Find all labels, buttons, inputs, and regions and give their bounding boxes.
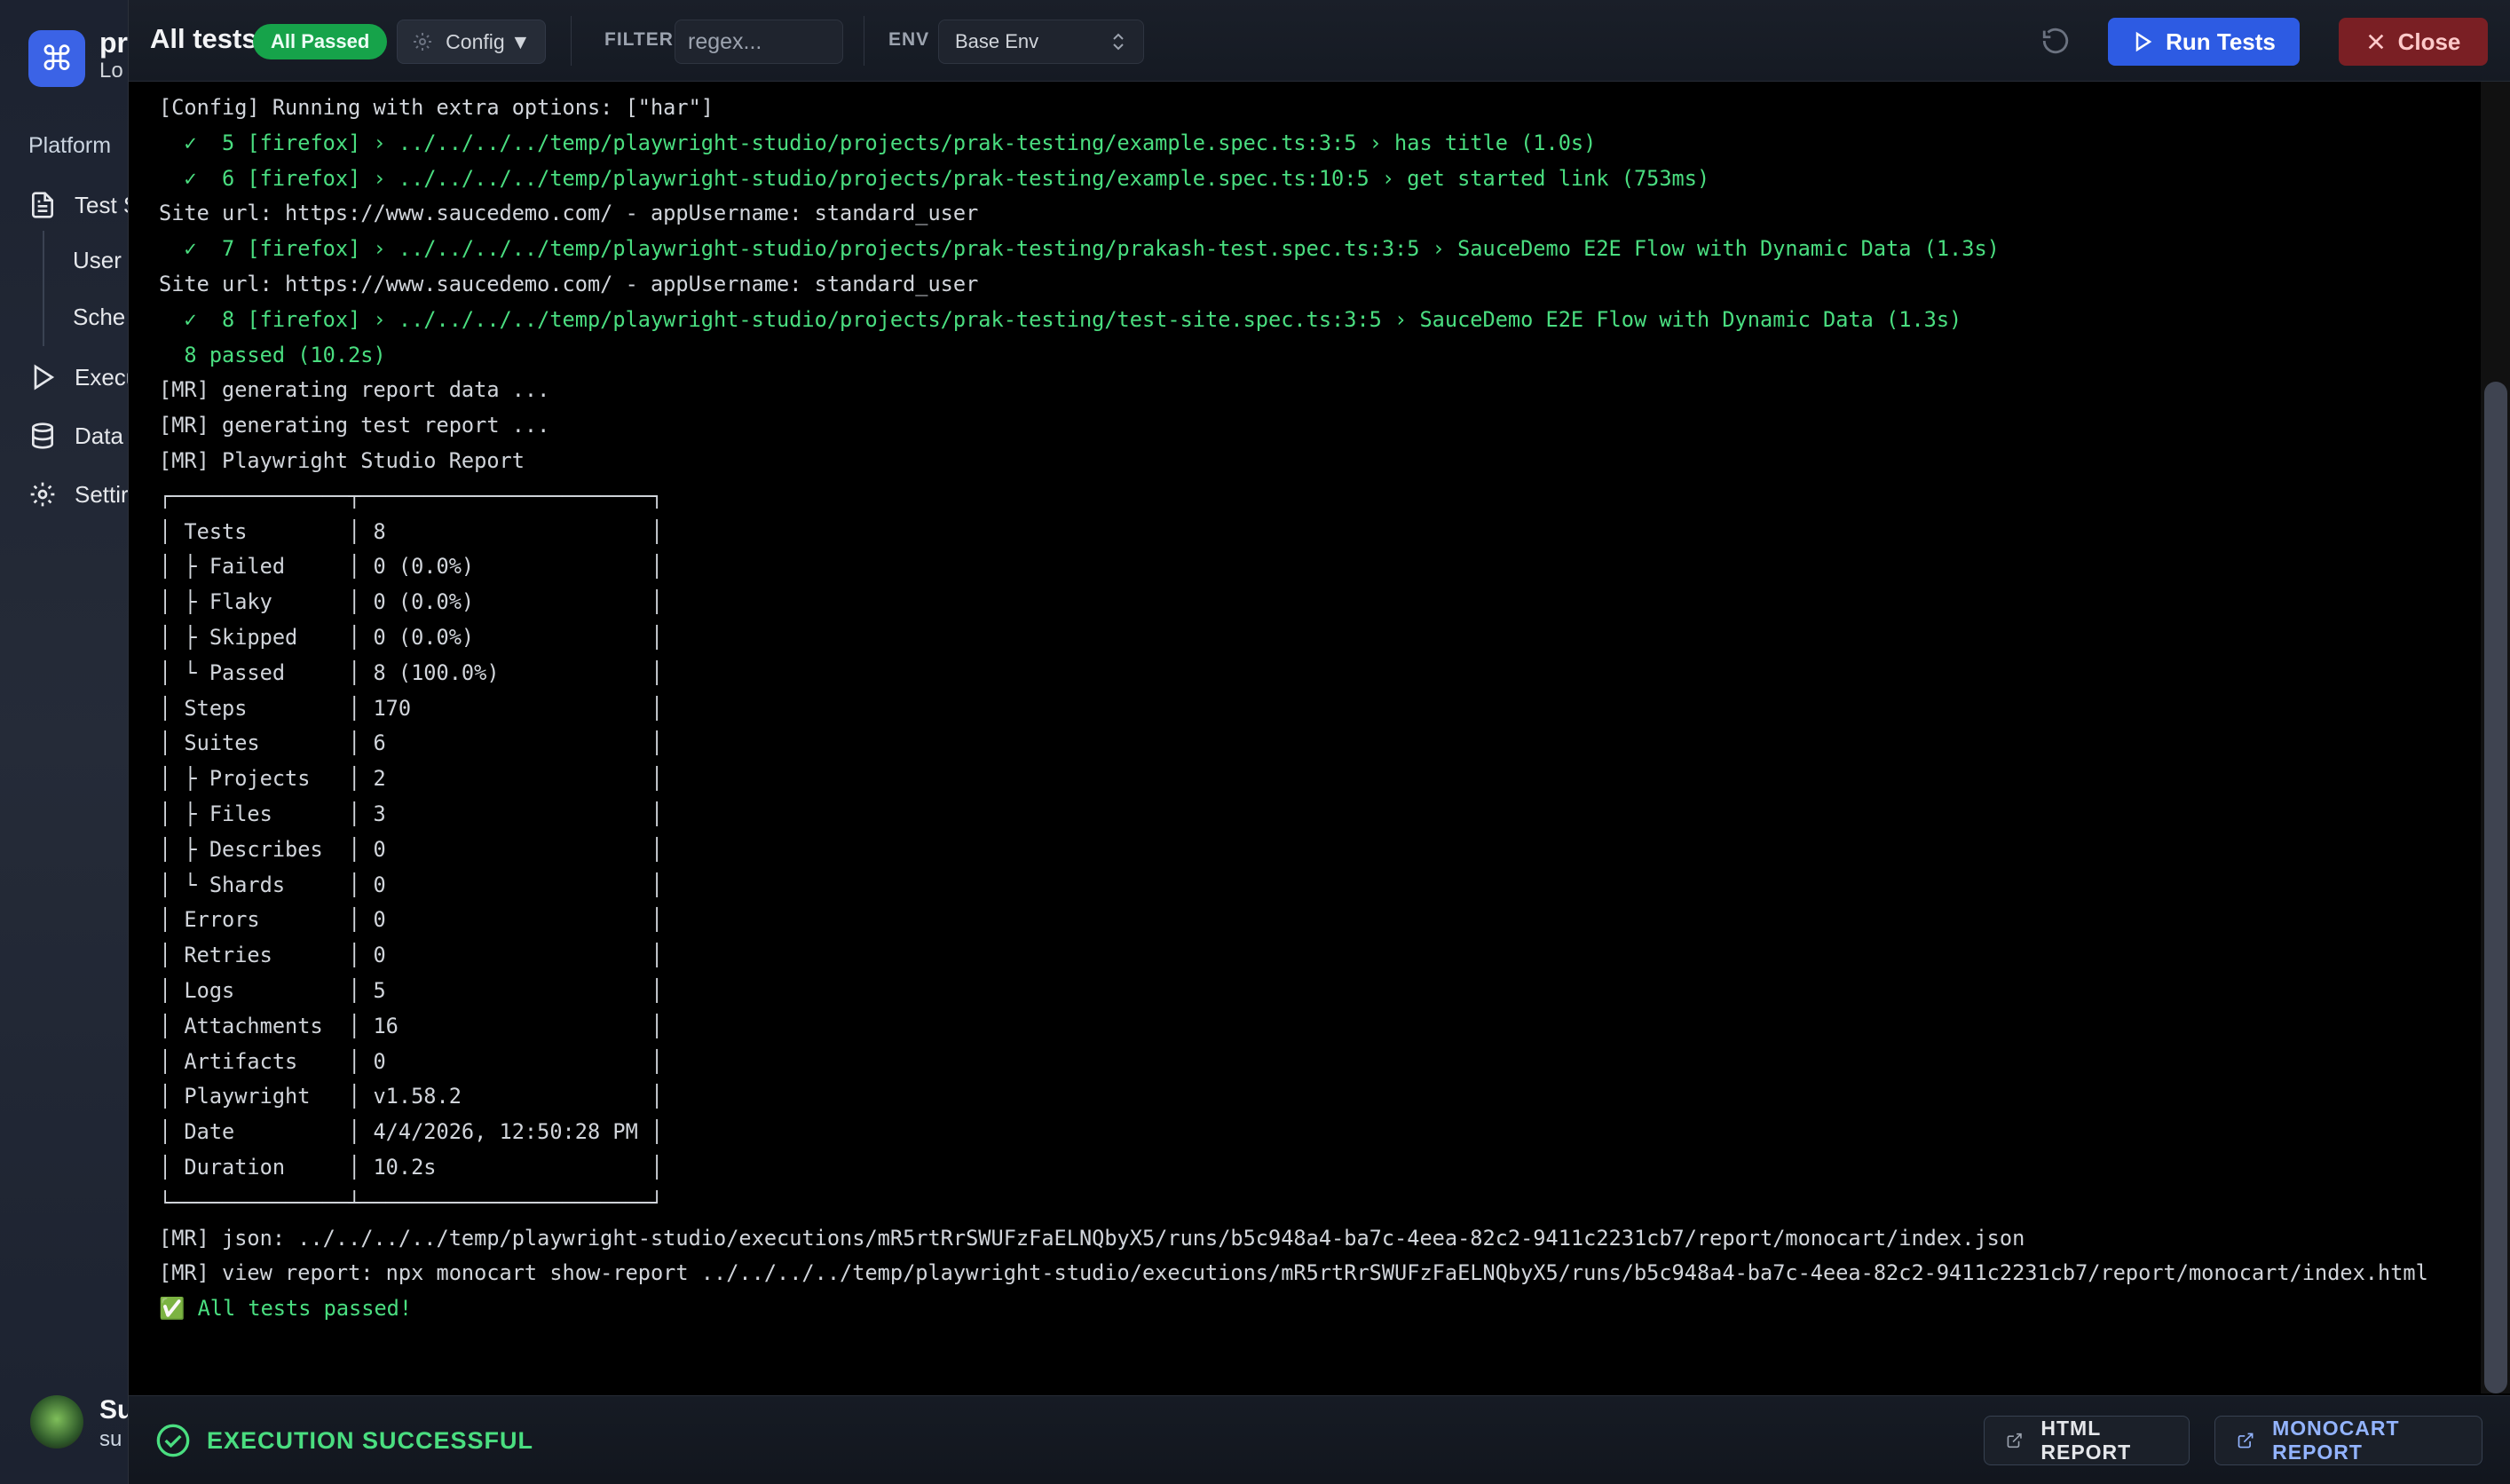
gear-icon [414, 33, 432, 51]
terminal-line: │ ├ Failed │ 0 (0.0%) │ [159, 554, 664, 580]
user-email: su [99, 1427, 122, 1451]
play-icon [34, 364, 55, 391]
test-run-modal: All tests All Passed Config ▼ FILTER ENV… [128, 0, 2510, 1484]
sidebar-item-label: Data [75, 422, 123, 449]
terminal-line: Site url: https://www.saucedemo.com/ - a… [159, 271, 979, 296]
terminal-line: │ ├ Flaky │ 0 (0.0%) │ [159, 589, 664, 615]
page-title: All tests [150, 23, 257, 54]
terminal-line: │ Steps │ 170 │ [159, 695, 664, 721]
terminal-line: └──────────────┴───────────────────────┘ [159, 1189, 664, 1215]
terminal-line: [MR] generating report data ... [159, 377, 550, 403]
close-button[interactable]: Close [2339, 18, 2488, 66]
close-icon [2368, 34, 2383, 50]
database-icon [32, 422, 53, 449]
status-text: EXECUTION SUCCESSFUL [207, 1426, 534, 1454]
terminal-line: ✅ All tests passed! [159, 1296, 413, 1322]
sidebar-item-settings[interactable]: Settir [28, 477, 129, 512]
chevron-up-down-icon [1113, 33, 1124, 51]
terminal-line: [Config] Running with extra options: ["h… [159, 95, 714, 120]
sidebar-item-data[interactable]: Data [28, 418, 123, 454]
app-name: pr [99, 27, 128, 59]
terminal-line: │ Logs │ 5 │ [159, 977, 664, 1003]
reset-icon[interactable] [2040, 26, 2071, 56]
sidebar-item-user[interactable]: User [73, 247, 122, 274]
check-circle-icon [156, 1424, 190, 1457]
sidebar-item-test-suites[interactable]: Test S [28, 187, 138, 223]
monocart-report-label: MONOCART REPORT [2272, 1417, 2400, 1464]
terminal-line: │ Suites │ 6 │ [159, 730, 664, 756]
modal-footer: EXECUTION SUCCESSFUL HTML REPORT MONOCAR… [129, 1395, 2510, 1484]
status-badge: All Passed [253, 24, 388, 59]
command-icon[interactable]: ⌘ [28, 30, 85, 87]
env-label: ENV [888, 29, 930, 50]
terminal-line: │ Date │ 4/4/2026, 12:50:28 PM │ [159, 1119, 664, 1145]
toolbar-divider [571, 16, 572, 66]
terminal-line: │ Artifacts │ 0 │ [159, 1048, 664, 1074]
terminal-line: │ Tests │ 8 │ [159, 518, 664, 544]
env-value: Base Env [955, 30, 1039, 52]
terminal-output[interactable]: [Config] Running with extra options: ["h… [129, 82, 2481, 1393]
nav-section-label: Platform [28, 133, 112, 158]
run-tests-button[interactable]: Run Tests [2108, 18, 2300, 66]
terminal-line: │ └ Shards │ 0 │ [159, 872, 664, 897]
sidebar-item-label: Settir [75, 480, 129, 508]
terminal-line: │ Playwright │ v1.58.2 │ [159, 1084, 664, 1109]
play-icon [2135, 31, 2152, 52]
external-link-icon [2238, 1433, 2253, 1448]
terminal-line: ✓ 5 [firefox] › ../../../../temp/playwri… [159, 130, 1597, 155]
execution-status: EXECUTION SUCCESSFUL [155, 1423, 533, 1458]
filter-label: FILTER [604, 29, 674, 50]
terminal-line: ✓ 8 [firefox] › ../../../../temp/playwri… [159, 306, 1962, 332]
gear-icon [30, 482, 55, 507]
terminal-line: ✓ 7 [firefox] › ../../../../temp/playwri… [159, 236, 2000, 262]
terminal-line: 8 passed (10.2s) [159, 342, 386, 367]
html-report-button[interactable]: HTML REPORT [1984, 1416, 2190, 1465]
file-text-icon [32, 192, 53, 218]
config-button[interactable]: Config ▼ [397, 20, 546, 64]
app-subtitle: Lo [99, 59, 123, 83]
html-report-label: HTML REPORT [2040, 1417, 2132, 1464]
close-label: Close [2397, 28, 2461, 55]
terminal-line: [MR] view report: npx monocart show-repo… [159, 1260, 2428, 1286]
terminal-line: │ └ Passed │ 8 (100.0%) │ [159, 659, 664, 685]
terminal-line: ✓ 6 [firefox] › ../../../../temp/playwri… [159, 165, 1710, 191]
modal-toolbar: All tests All Passed Config ▼ FILTER ENV… [129, 0, 2510, 82]
nav-tree-line [43, 231, 44, 346]
terminal-line: │ Retries │ 0 │ [159, 943, 664, 968]
config-label: Config ▼ [446, 29, 531, 53]
terminal-line: │ Attachments │ 16 │ [159, 1013, 664, 1038]
sidebar-item-schedules[interactable]: Sche [73, 304, 125, 331]
terminal-line: │ Errors │ 0 │ [159, 907, 664, 933]
monocart-report-button[interactable]: MONOCART REPORT [2214, 1416, 2482, 1465]
avatar[interactable] [30, 1395, 83, 1448]
terminal-line: [MR] json: ../../../../temp/playwright-s… [159, 1225, 2025, 1251]
terminal-line: │ ├ Describes │ 0 │ [159, 836, 664, 862]
external-link-icon [2007, 1433, 2022, 1448]
scrollbar-thumb[interactable] [2484, 382, 2507, 1393]
terminal-line: ┌──────────────┬───────────────────────┐ [159, 483, 664, 509]
sidebar-item-executions[interactable]: Execu [28, 359, 138, 395]
terminal-line: │ ├ Skipped │ 0 (0.0%) │ [159, 624, 664, 650]
terminal-line: │ Duration │ 10.2s │ [159, 1154, 664, 1180]
terminal-line: [MR] Playwright Studio Report [159, 447, 525, 473]
run-tests-label: Run Tests [2166, 28, 2276, 55]
app-sidebar: ⌘ pr Lo Platform Test S User Sche Execu … [0, 0, 142, 1484]
env-select[interactable]: Base Env [938, 20, 1144, 64]
terminal-line: Site url: https://www.saucedemo.com/ - a… [159, 201, 979, 226]
terminal-line: [MR] generating test report ... [159, 413, 550, 438]
terminal-line: │ ├ Files │ 3 │ [159, 801, 664, 826]
terminal-line: │ ├ Projects │ 2 │ [159, 766, 664, 792]
filter-input[interactable] [675, 20, 843, 64]
